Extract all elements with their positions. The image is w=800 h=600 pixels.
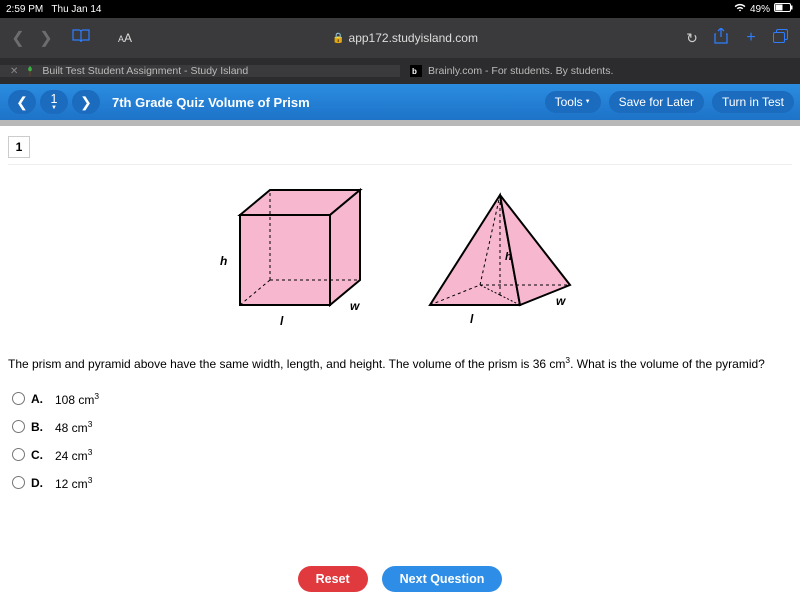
prism-w-label: w: [350, 299, 360, 313]
chevron-down-icon: ▼: [51, 105, 57, 111]
forward-button[interactable]: ❯: [36, 28, 56, 48]
next-question-button[interactable]: Next Question: [382, 566, 503, 592]
tab-brainly[interactable]: b Brainly.com - For students. By student…: [400, 65, 800, 77]
tabs-icon[interactable]: [770, 29, 792, 48]
save-for-later-button[interactable]: Save for Later: [609, 91, 704, 113]
figures: h w l h w l: [8, 175, 792, 335]
reset-button[interactable]: Reset: [298, 566, 368, 592]
status-left: 2:59 PM Thu Jan 14: [6, 4, 101, 15]
footer-buttons: Reset Next Question: [0, 566, 800, 592]
answer-list: A. 108 cm3 B. 48 cm3 C. 24 cm3 D. 12 cm3: [8, 391, 792, 491]
answer-radio-b[interactable]: [12, 420, 25, 433]
question-prompt: The prism and pyramid above have the sam…: [8, 355, 792, 373]
back-button[interactable]: ❮: [8, 28, 28, 48]
url-text: app172.studyisland.com: [349, 31, 478, 45]
quiz-bar: ❮ 1 ▼ ❯ 7th Grade Quiz Volume of Prism T…: [0, 84, 800, 120]
pyramid-l-label: l: [470, 312, 474, 326]
tab-row: ✕ Built Test Student Assignment - Study …: [0, 58, 800, 84]
tab-active-label: Built Test Student Assignment - Study Is…: [42, 65, 248, 77]
answer-option-c[interactable]: C. 24 cm3: [12, 447, 792, 463]
brainly-favicon: b: [410, 65, 422, 77]
answer-option-b[interactable]: B. 48 cm3: [12, 419, 792, 435]
answer-radio-a[interactable]: [12, 392, 25, 405]
reload-button[interactable]: ↻: [682, 30, 702, 47]
question-number: 1: [51, 93, 58, 106]
answer-option-a[interactable]: A. 108 cm3: [12, 391, 792, 407]
prev-question-button[interactable]: ❮: [8, 90, 36, 114]
new-tab-icon[interactable]: +: [740, 29, 762, 47]
next-question-nav-button[interactable]: ❯: [72, 90, 100, 114]
quiz-actions: Tools▼ Save for Later Turn in Test: [545, 91, 794, 113]
question-content: 1 h w l h w l The: [0, 126, 800, 600]
pyramid-w-label: w: [556, 294, 566, 308]
lock-icon: 🔒: [332, 33, 344, 44]
answer-radio-d[interactable]: [12, 476, 25, 489]
answer-radio-c[interactable]: [12, 448, 25, 461]
share-icon[interactable]: [710, 28, 732, 49]
status-right: 49%: [734, 3, 794, 15]
browser-toolbar: ❮ ❯ AA 🔒 app172.studyisland.com ↻ +: [0, 18, 800, 58]
divider: [8, 164, 792, 165]
text-size-button[interactable]: AA: [118, 31, 132, 45]
status-date: Thu Jan 14: [51, 4, 101, 15]
prism-h-label: h: [220, 254, 227, 268]
question-number-pill[interactable]: 1 ▼: [40, 90, 68, 114]
prism-l-label: l: [280, 314, 284, 328]
pyramid-figure: h w l: [410, 185, 590, 335]
tools-button[interactable]: Tools▼: [545, 91, 601, 113]
tab-studyisland[interactable]: ✕ Built Test Student Assignment - Study …: [0, 65, 400, 77]
quiz-title: 7th Grade Quiz Volume of Prism: [112, 95, 310, 110]
url-bar[interactable]: 🔒 app172.studyisland.com: [140, 31, 670, 45]
status-bar: 2:59 PM Thu Jan 14 49%: [0, 0, 800, 18]
wifi-icon: [734, 3, 746, 15]
svg-text:b: b: [412, 67, 417, 76]
battery-pct: 49%: [750, 4, 770, 15]
tab-other-label: Brainly.com - For students. By students.: [428, 65, 613, 77]
battery-icon: [774, 3, 794, 15]
answer-option-d[interactable]: D. 12 cm3: [12, 475, 792, 491]
pyramid-h-label: h: [505, 251, 512, 263]
turn-in-test-button[interactable]: Turn in Test: [712, 91, 794, 113]
close-tab-icon[interactable]: ✕: [10, 66, 18, 77]
question-number-box: 1: [8, 136, 30, 158]
bookmarks-icon[interactable]: [72, 29, 90, 48]
status-time: 2:59 PM: [6, 4, 43, 15]
studyisland-favicon: [24, 65, 36, 77]
prism-figure: h w l: [210, 175, 380, 335]
